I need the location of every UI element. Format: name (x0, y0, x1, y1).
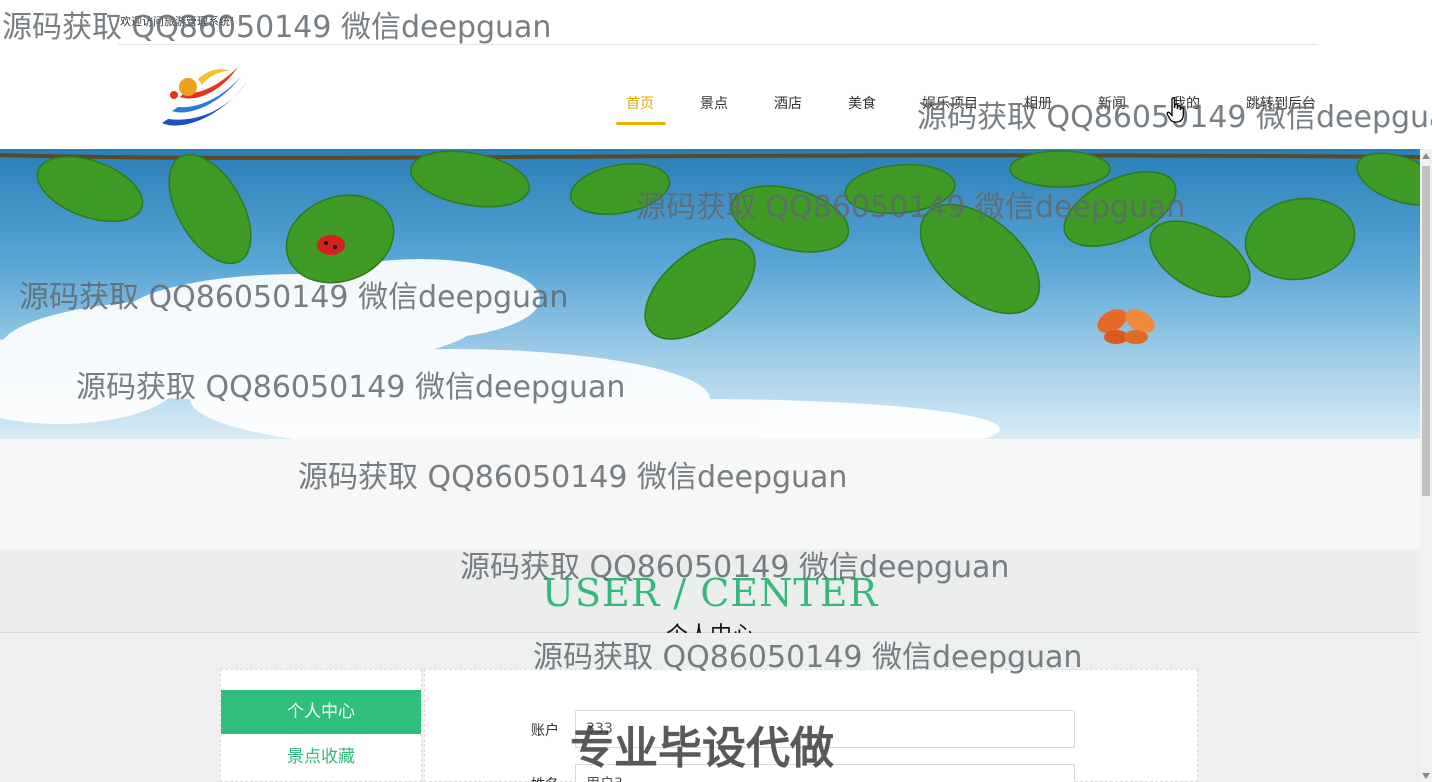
section-header: USER / CENTER 个人中心 (0, 549, 1420, 648)
scroll-up-icon[interactable] (1422, 153, 1430, 159)
account-input[interactable] (575, 710, 1075, 748)
banner-illustration (0, 150, 1420, 439)
hand-cursor-icon (1166, 97, 1186, 123)
name-input[interactable] (575, 764, 1075, 782)
nav-item-food[interactable]: 美食 (836, 95, 888, 121)
welcome-text: 欢迎访问旅游管理系统! (120, 15, 235, 28)
nav-item-attractions[interactable]: 景点 (688, 95, 740, 121)
user-sidebar: 个人中心 景点收藏 (220, 669, 422, 782)
hero-banner (0, 149, 1420, 439)
sidebar-item-profile[interactable]: 个人中心 (221, 690, 421, 734)
spacer-section (0, 439, 1420, 549)
top-bar: 欢迎访问旅游管理系统! (0, 0, 1420, 45)
name-label: 姓名 (531, 774, 559, 782)
nav-item-hotels[interactable]: 酒店 (762, 95, 814, 121)
sidebar-item-favorites[interactable]: 景点收藏 (221, 735, 421, 779)
profile-form-panel: 账户 姓名 (424, 669, 1198, 782)
main-nav: 首页 景点 酒店 美食 娱乐项目 相册 新闻 我的 跳转到后台 (614, 95, 1350, 125)
site-header: 首页 景点 酒店 美食 娱乐项目 相册 新闻 我的 跳转到后台 (0, 45, 1420, 149)
page-scrollbar[interactable] (1420, 149, 1432, 782)
nav-item-home[interactable]: 首页 (614, 95, 666, 125)
nav-item-entertainment[interactable]: 娱乐项目 (910, 95, 990, 121)
site-logo[interactable] (158, 61, 250, 133)
nav-item-album[interactable]: 相册 (1012, 95, 1064, 121)
account-label: 账户 (531, 723, 559, 739)
scroll-down-icon[interactable] (1422, 773, 1430, 779)
nav-item-news[interactable]: 新闻 (1086, 95, 1138, 121)
nav-item-admin[interactable]: 跳转到后台 (1234, 95, 1328, 121)
scroll-thumb[interactable] (1422, 166, 1430, 496)
section-title-en: USER / CENTER (541, 571, 879, 615)
